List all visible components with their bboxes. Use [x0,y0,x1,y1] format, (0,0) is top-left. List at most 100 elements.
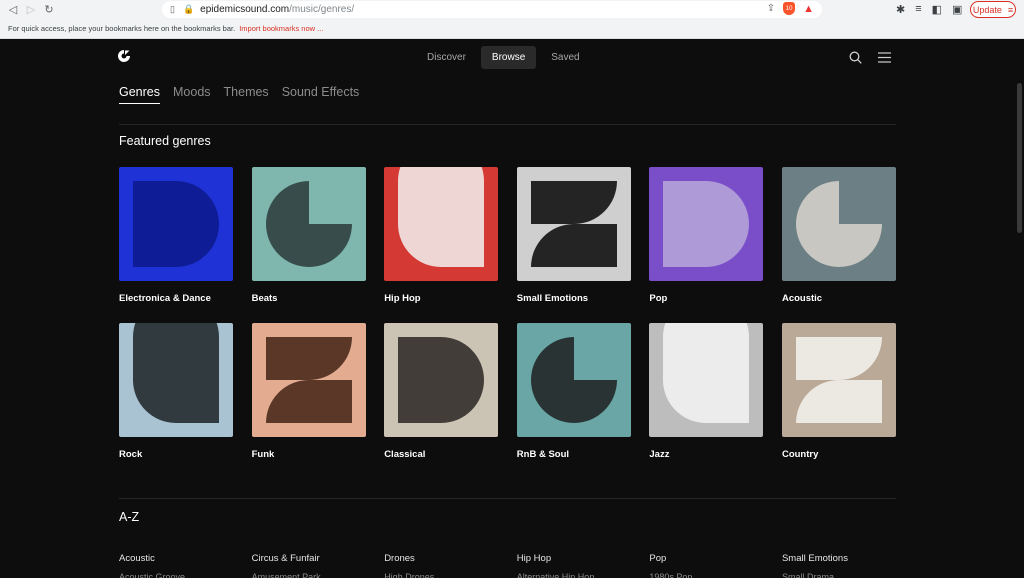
genre-card[interactable]: Electronica & Dance [119,167,233,323]
genre-art-image [516,323,631,437]
epidemic-logo-icon[interactable] [117,49,131,63]
url-path: /music/genres/ [289,4,355,15]
tab-themes[interactable]: Themes [224,85,269,104]
az-subgenre-link[interactable]: 1980s Pop [649,572,782,578]
divider [119,498,896,499]
genre-label[interactable]: Classical [384,449,498,460]
genre-artwork[interactable] [119,323,233,437]
genre-label[interactable]: Jazz [649,449,763,460]
nav-saved[interactable]: Saved [540,46,590,69]
genre-card[interactable]: Classical [384,323,499,479]
reading-list-icon[interactable]: ≡ [915,3,921,16]
genre-card[interactable]: Country [781,323,896,479]
az-genre-link[interactable]: Small Emotions [782,553,915,564]
genre-artwork[interactable] [384,167,499,281]
browse-tabs: Genres Moods Themes Sound Effects [119,85,359,104]
nav-browse[interactable]: Browse [480,46,537,69]
browser-toolbar: ◁ ▷ ↻ ▯ 🔒 epidemicsound.com/music/genres… [0,0,1024,19]
genre-art-image [384,323,499,437]
genre-card[interactable]: Acoustic [781,167,896,323]
genre-card[interactable]: RnB & Soul [516,323,631,479]
genre-label[interactable]: Funk [252,449,366,460]
az-column: Hip Hop Alternative Hip Hop [517,553,650,578]
az-column: Circus & Funfair Amusement Park [252,553,385,578]
genre-art-image [781,323,896,437]
az-genre-link[interactable]: Acoustic [119,553,252,564]
back-icon[interactable]: ◁ [4,1,22,19]
az-subgenre-link[interactable]: Alternative Hip Hop [517,572,650,578]
tab-genres[interactable]: Genres [119,85,160,104]
az-column: Acoustic Acoustic Groove [119,553,252,578]
genre-label[interactable]: RnB & Soul [517,449,631,460]
genre-label[interactable]: Rock [119,449,233,460]
forward-icon[interactable]: ▷ [22,1,40,19]
featured-grid: Electronica & Dance Beats Hip Hop Small … [119,167,896,479]
genre-label[interactable]: Pop [649,293,763,304]
genre-artwork[interactable] [781,167,896,281]
genre-card[interactable]: Beats [251,167,366,323]
az-genre-link[interactable]: Hip Hop [517,553,650,564]
genre-artwork[interactable] [251,167,366,281]
import-bookmarks-link[interactable]: Import bookmarks now ... [239,24,323,33]
nav-discover[interactable]: Discover [416,46,477,69]
genre-label[interactable]: Small Emotions [517,293,631,304]
genre-label[interactable]: Electronica & Dance [119,293,233,304]
bookmark-page-icon[interactable]: ▯ [170,4,175,15]
featured-title: Featured genres [119,134,211,148]
genre-label[interactable]: Beats [252,293,366,304]
bookmarks-hint: For quick access, place your bookmarks h… [8,24,236,33]
az-list: Acoustic Acoustic Groove Circus & Funfair… [119,553,896,578]
genre-artwork[interactable] [119,167,233,281]
genre-card[interactable]: Jazz [649,323,764,479]
address-bar[interactable]: ▯ 🔒 epidemicsound.com/music/genres/ ⇪ 10… [162,1,822,18]
genre-artwork[interactable] [384,323,499,437]
divider [119,124,896,125]
az-column: Pop 1980s Pop [649,553,782,578]
az-genre-link[interactable]: Drones [384,553,517,564]
genre-artwork[interactable] [649,323,764,437]
genre-label[interactable]: Hip Hop [384,293,498,304]
az-subgenre-link[interactable]: Amusement Park [252,572,385,578]
share-icon[interactable]: ⇪ [767,3,775,14]
genre-art-image [119,167,233,281]
genre-art-image [781,167,896,281]
genre-art-image [516,167,631,281]
genre-artwork[interactable] [516,167,631,281]
genre-card[interactable]: Hip Hop [384,167,499,323]
genre-card[interactable]: Small Emotions [516,167,631,323]
wallet-icon[interactable]: ▣ [952,3,962,16]
genre-label[interactable]: Country [782,449,896,460]
extensions-icon[interactable]: ✱ [896,3,905,16]
tab-moods[interactable]: Moods [173,85,211,104]
genre-artwork[interactable] [251,323,366,437]
tab-sound-effects[interactable]: Sound Effects [282,85,360,104]
update-label: Update [972,4,1002,15]
update-button[interactable]: Update ≡ [970,1,1016,18]
scrollbar[interactable] [1017,83,1022,233]
brave-rewards-icon[interactable]: ▲ [803,3,814,15]
genre-card[interactable]: Funk [251,323,366,479]
brave-badge: 10 [785,5,793,12]
genre-artwork[interactable] [649,167,764,281]
az-genre-link[interactable]: Circus & Funfair [252,553,385,564]
genre-art-image [649,167,764,281]
brave-shield-icon[interactable]: 10 [783,2,796,15]
genre-card[interactable]: Rock [119,323,233,479]
genre-artwork[interactable] [781,323,896,437]
sidebar-icon[interactable]: ◧ [932,3,942,16]
menu-icon[interactable] [878,52,891,63]
search-icon[interactable] [849,51,862,64]
genre-label[interactable]: Acoustic [782,293,896,304]
url-host: epidemicsound.com [200,4,290,15]
lock-icon[interactable]: 🔒 [183,4,194,15]
genre-art-image [251,323,366,437]
az-genre-link[interactable]: Pop [649,553,782,564]
az-subgenre-link[interactable]: Acoustic Groove [119,572,252,578]
az-subgenre-link[interactable]: Small Drama [782,572,915,578]
genre-art-image [384,167,499,281]
az-subgenre-link[interactable]: High Drones [384,572,517,578]
bookmarks-bar: For quick access, place your bookmarks h… [0,19,1024,39]
genre-card[interactable]: Pop [649,167,764,323]
genre-artwork[interactable] [516,323,631,437]
reload-icon[interactable]: ↻ [40,1,58,19]
